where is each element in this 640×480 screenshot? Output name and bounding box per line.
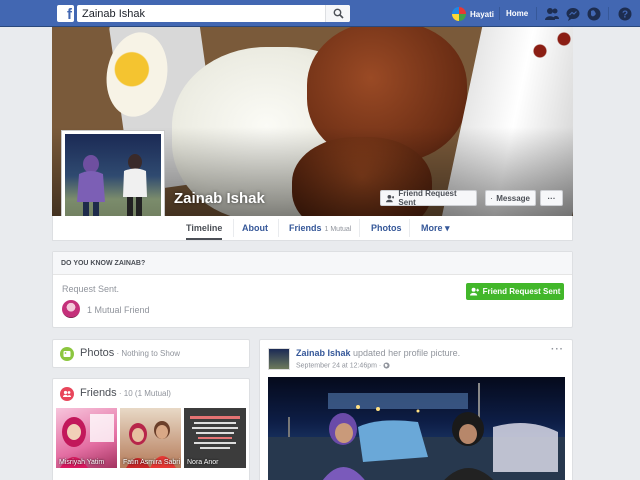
mutual-friend-avatar[interactable] <box>62 300 80 318</box>
tab-timeline[interactable]: Timeline <box>186 216 223 240</box>
facebook-logo-icon[interactable]: f <box>57 5 74 22</box>
nav-divider <box>536 7 537 20</box>
tab-friends-mutual-count: 1 Mutual <box>324 226 352 233</box>
message-label: Message <box>496 193 530 203</box>
friend-tile[interactable]: Misriyah Yatim <box>56 408 117 468</box>
friend-name: Misriyah Yatim <box>59 459 105 466</box>
friends-title-label: Friends <box>80 387 117 399</box>
friend-name: Fatin Asmira Sabri <box>123 459 181 466</box>
cover-beans <box>522 27 573 87</box>
friend-request-sent-button[interactable]: Friend Request Sent <box>380 189 477 207</box>
public-globe-icon <box>383 362 390 369</box>
search-button[interactable] <box>325 5 350 22</box>
tab-label: Friends <box>289 223 322 233</box>
tab-divider <box>233 219 234 237</box>
friend-tile[interactable]: Fatin Asmira Sabri <box>120 408 181 468</box>
post-time-text: September 24 at 12:46pm · <box>296 362 384 370</box>
svg-text:?: ? <box>622 10 628 21</box>
tab-label: Photos <box>371 223 402 233</box>
friends-card-title[interactable]: Friends · 10 (1 Mutual) <box>80 387 171 399</box>
request-sent-text: Request Sent. <box>62 284 120 294</box>
help-icon[interactable]: ? <box>617 6 633 22</box>
tab-divider <box>359 219 360 237</box>
messages-icon[interactable] <box>565 6 581 22</box>
tab-label: About <box>242 223 268 233</box>
tab-label: Timeline <box>186 223 223 233</box>
post-action-text: updated her profile picture. <box>350 348 461 358</box>
nav-user-name: Hayati <box>470 9 495 19</box>
post-photo[interactable] <box>268 377 565 480</box>
tab-divider <box>278 219 279 237</box>
person-figure <box>77 155 105 222</box>
photos-icon <box>60 347 74 361</box>
photos-card: Photos · Nothing to Show <box>52 339 250 368</box>
search-icon <box>333 8 344 19</box>
search-input[interactable] <box>77 5 327 22</box>
profile-name[interactable]: Zainab Ishak <box>174 190 265 207</box>
add-friend-icon <box>469 287 479 296</box>
home-link[interactable]: Home <box>506 9 528 18</box>
friend-request-sent-green-label: Friend Request Sent <box>482 287 561 296</box>
tab-photos[interactable]: Photos <box>371 216 402 240</box>
avatar <box>452 7 466 21</box>
notifications-globe-icon[interactable] <box>586 6 602 22</box>
tab-friends[interactable]: Friends 1 Mutual <box>289 216 351 240</box>
nav-divider <box>499 7 500 20</box>
photos-card-title[interactable]: Photos · Nothing to Show <box>80 347 180 359</box>
tab-more[interactable]: More ▾ <box>421 216 450 240</box>
nav-profile-link[interactable]: Hayati <box>452 6 494 22</box>
photos-card-subtitle: · Nothing to Show <box>114 349 181 358</box>
add-friend-icon <box>386 194 395 202</box>
post-options-button[interactable]: ··· <box>551 344 564 355</box>
tab-divider <box>409 219 410 237</box>
tab-label: More ▾ <box>421 223 450 233</box>
friend-request-sent-label: Friend Request Sent <box>398 189 457 207</box>
post-author-link[interactable]: Zainab Ishak <box>296 348 351 358</box>
post-photo-scene <box>268 383 565 480</box>
messenger-icon <box>491 197 493 199</box>
top-navigation-bar: f Hayati Home ? <box>0 0 640 27</box>
photos-title-label: Photos <box>80 347 115 359</box>
friend-requests-icon[interactable] <box>544 6 560 22</box>
do-you-know-header: DO YOU KNOW ZAINAB? <box>53 252 572 275</box>
friend-name: Nora Anor <box>187 459 219 466</box>
mutual-friend-link[interactable]: 1 Mutual Friend <box>87 305 150 315</box>
do-you-know-card: DO YOU KNOW ZAINAB? Request Sent. 1 Mutu… <box>52 251 573 328</box>
tab-about[interactable]: About <box>242 216 268 240</box>
friend-tile[interactable]: Nora Anor <box>184 408 246 468</box>
more-options-label: ··· <box>547 193 556 203</box>
profile-picture-image <box>65 134 161 227</box>
friends-card-subtitle: · 10 (1 Mutual) <box>116 389 171 398</box>
person-figure <box>123 154 147 221</box>
timeline-post: Zainab Ishak updated her profile picture… <box>259 339 573 480</box>
profile-tab-bar: Timeline About Friends 1 Mutual Photos Mo… <box>52 216 573 241</box>
friends-icon <box>60 387 74 401</box>
post-header: Zainab Ishak updated her profile picture… <box>296 348 460 358</box>
friends-card: Friends · 10 (1 Mutual) Misriyah Yatim F… <box>52 378 250 480</box>
post-author-avatar[interactable] <box>268 348 290 370</box>
message-button[interactable]: Message <box>485 190 536 206</box>
search-box <box>77 5 350 22</box>
more-options-button[interactable]: ··· <box>540 190 563 206</box>
friend-request-sent-green-button[interactable]: Friend Request Sent <box>466 283 564 300</box>
post-timestamp[interactable]: September 24 at 12:46pm · <box>296 362 390 369</box>
nav-divider <box>608 7 609 20</box>
